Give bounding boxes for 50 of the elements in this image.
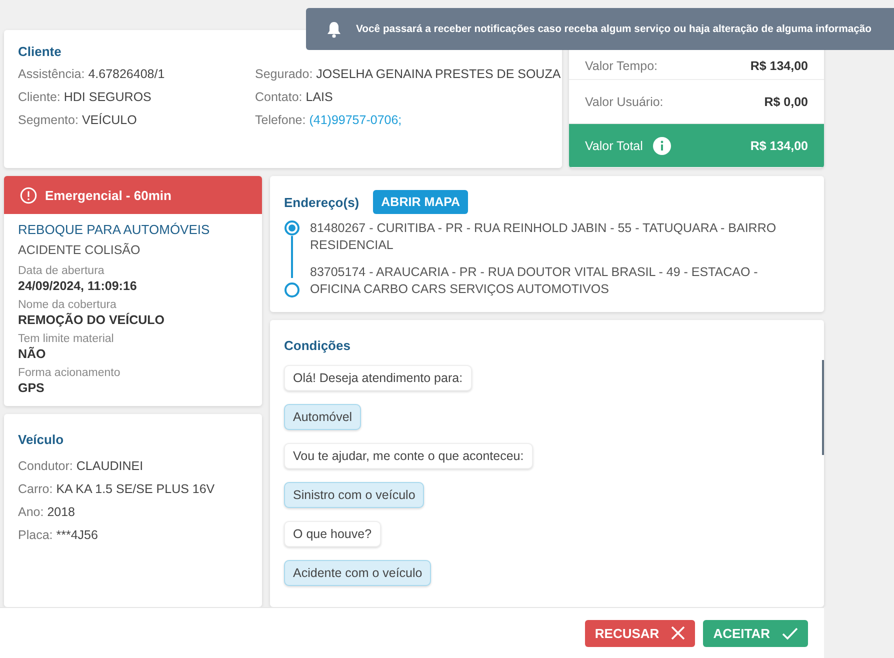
detail-value: 24/09/2024, 11:09:16: [18, 279, 138, 293]
answer-bubble: Automóvel: [284, 404, 362, 430]
question-bubble: O que houve?: [284, 521, 381, 547]
filled-circle-icon: [284, 220, 300, 236]
client-field: Segmento: VEÍCULO: [18, 113, 255, 127]
detail-value: REMOÇÃO DO VEÍCULO: [18, 313, 166, 327]
answer-bubble: Sinistro com o veículo: [284, 482, 424, 508]
vehicle-field: Carro: KA KA 1.5 SE/SE PLUS 16V: [18, 482, 248, 496]
price-value: R$ 134,00: [750, 59, 808, 73]
card-title: Cliente: [18, 44, 62, 59]
accept-button[interactable]: ACEITAR: [703, 620, 808, 646]
scrollbar-thumb[interactable]: [822, 360, 824, 455]
client-field: Segurado: JOSELHA GENAINA PRESTES DE SOUZA: [255, 67, 561, 81]
detail-value: NÃO: [18, 347, 47, 361]
service-title: REBOQUE PARA AUTOMÓVEIS: [18, 222, 211, 237]
reject-button[interactable]: RECUSAR: [584, 620, 696, 646]
urgency-text: Emergencial - 60min: [45, 188, 172, 202]
vehicle-field: Condutor: CLAUDINEI: [18, 458, 248, 473]
bell-icon: [326, 20, 342, 38]
service-subtitle: ACIDENTE COLISÃO: [18, 243, 142, 257]
question-bubble: Vou te ajudar, me conte o que aconteceu:: [284, 443, 533, 469]
price-label: Valor Tempo:: [585, 59, 658, 73]
check-icon: [782, 626, 798, 640]
detail-label: Data de abertura: [18, 265, 106, 277]
question-bubble: Olá! Deseja atendimento para:: [284, 365, 472, 391]
vehicle-field: Placa: ***4J56: [18, 528, 248, 542]
card-title: Endereço(s): [284, 194, 360, 210]
price-value: R$ 0,00: [764, 94, 808, 108]
card-title: Condições: [284, 338, 352, 353]
detail-label: Forma acionamento: [18, 367, 122, 379]
client-field: Telefone: (41)99757-0706;: [255, 113, 561, 127]
close-icon: [671, 626, 686, 640]
price-label: Valor Usuário:: [585, 94, 664, 108]
detail-label: Nome da cobertura: [18, 299, 118, 311]
client-field: Cliente: HDI SEGUROS: [18, 90, 255, 104]
address-text: 81480267 - CURITIBA - PR - RUA REINHOLD JABIN - 55 - TATUQUARA - BAIRRO RESIDENCIAL: [310, 220, 778, 254]
client-field: Assistência: 4.67826408/1: [18, 67, 255, 81]
notification-text: Você passará a receber notificações caso receba algum serviço ou haja alteração de alguma informação: [356, 24, 872, 34]
client-field: Contato: LAIS: [255, 90, 561, 104]
open-map-button[interactable]: ABRIR MAPA: [373, 190, 468, 214]
vehicle-field: Ano: 2018: [18, 504, 248, 519]
card-title: Veículo: [18, 432, 65, 447]
detail-value: GPS: [18, 381, 46, 395]
answer-bubble: Acidente com o veículo: [284, 560, 432, 586]
price-value: R$ 134,00: [750, 138, 808, 152]
price-label: Valor Total: [585, 136, 671, 154]
address-text: 83705174 - ARAUCARIA - PR - RUA DOUTOR VITAL BRASIL - 49 - ESTACAO - OFICINA CARBO CARS SERVIÇOS AUTOMOTIVOS: [310, 264, 759, 298]
route-line: [291, 234, 293, 278]
circle-icon: [284, 282, 300, 298]
detail-label: Tem limite material: [18, 333, 115, 345]
